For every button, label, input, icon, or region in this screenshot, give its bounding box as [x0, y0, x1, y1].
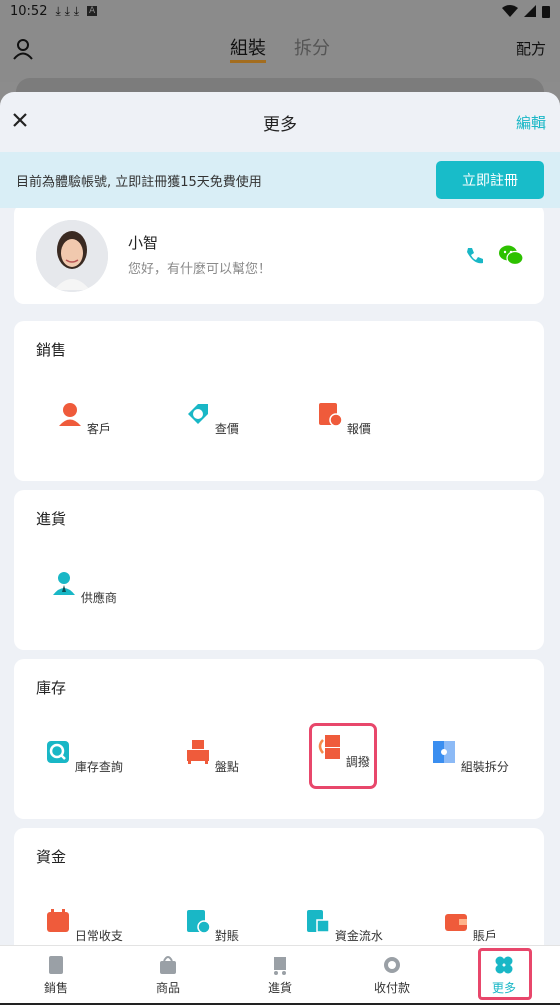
item-label: 報價: [346, 422, 371, 436]
quote-icon: [319, 403, 343, 427]
register-button[interactable]: 立即註冊: [436, 161, 544, 199]
user-icon: [13, 39, 33, 60]
item-assembly[interactable]: 組裝拆分: [404, 739, 536, 775]
signal-icon: [524, 5, 536, 17]
calendar-yen-icon: [47, 909, 70, 932]
tab-disassembly: 拆分: [294, 38, 330, 59]
price-tag-icon: [188, 404, 209, 424]
item-label: 組裝拆分: [460, 760, 509, 774]
item-label: 日常收支: [74, 929, 123, 943]
item-fund-flow[interactable]: 資金流水: [278, 908, 410, 944]
nav-label: 商品: [155, 981, 180, 995]
edit-button[interactable]: 編輯: [516, 112, 546, 133]
section-title-sales: 銷售: [36, 341, 67, 359]
section-title-funds: 資金: [36, 848, 67, 866]
item-supplier[interactable]: 供應商: [18, 570, 150, 606]
nav-label: 銷售: [43, 981, 68, 995]
nav-purchase[interactable]: 進貨: [224, 946, 336, 1005]
status-icons: [502, 5, 550, 18]
item-reconcile[interactable]: 對賬: [146, 908, 278, 944]
download-icons: ⤓ ⤓ ⤓: [55, 3, 80, 18]
item-price-check[interactable]: 查價: [146, 401, 278, 437]
nav-more-highlight: [478, 948, 532, 1000]
wechat-icon[interactable]: [498, 244, 524, 266]
item-label: 庫存查詢: [74, 760, 123, 774]
check-document-icon: [187, 910, 211, 934]
customer-icon: [59, 403, 82, 426]
payment-icon: [384, 957, 400, 973]
tab-assembly: 組裝: [230, 34, 266, 63]
recipe-label: 配方: [515, 40, 546, 58]
battery-icon: [542, 5, 550, 18]
section-sales: 銷售 客戶 查價 報價: [14, 321, 544, 481]
item-stock-query[interactable]: 庫存查詢: [18, 739, 150, 775]
sheet-title: 更多: [263, 114, 297, 135]
more-sheet: 更多 編輯 目前為體驗帳號, 立即註冊獲15天免費使用 立即註冊 小智 您好，有…: [0, 92, 560, 1005]
transfer-icon: [318, 735, 341, 759]
nav-products[interactable]: 商品: [112, 946, 224, 1005]
nav-label: 進貨: [267, 981, 292, 995]
item-label: 資金流水: [334, 929, 383, 943]
boxes-icon: [187, 740, 210, 764]
cart-icon: [274, 957, 286, 975]
item-label: 賬戶: [472, 929, 497, 943]
section-title-inventory: 庫存: [36, 679, 67, 697]
sheet-header: 更多 編輯: [0, 92, 560, 152]
item-customer[interactable]: 客戶: [18, 401, 150, 437]
phone-icon[interactable]: [464, 246, 484, 266]
item-label: 盤點: [214, 760, 239, 774]
item-label: 調撥: [345, 755, 370, 769]
assistant-name: 小智: [128, 234, 159, 252]
item-daily-income[interactable]: 日常收支: [18, 908, 150, 944]
section-funds: 資金 日常收支 對賬 資金流水 賬戶: [14, 828, 544, 945]
ledger-icon: [307, 910, 330, 933]
item-quote[interactable]: 報價: [278, 401, 410, 437]
section-purchase: 進貨 供應商: [14, 490, 544, 650]
item-label: 對賬: [214, 929, 239, 943]
avatar: [36, 220, 108, 292]
item-transfer[interactable]: 調撥: [309, 723, 377, 789]
assistant-avatar-image: [36, 220, 108, 292]
item-stocktake[interactable]: 盤點: [146, 739, 278, 775]
item-label: 供應商: [80, 591, 117, 605]
nav-sales[interactable]: 銷售: [0, 946, 112, 1005]
assistant-greeting: 您好，有什麼可以幫您！: [128, 262, 272, 277]
status-time: 10:52: [10, 3, 48, 19]
status-bar: 10:52 ⤓ ⤓ ⤓ A: [0, 0, 560, 22]
section-title-purchase: 進貨: [36, 510, 67, 528]
a-badge: A: [87, 6, 98, 16]
background-header: 組裝 拆分 配方: [0, 22, 560, 82]
close-icon[interactable]: [10, 110, 30, 130]
trial-text: 目前為體驗帳號, 立即註冊獲15天免費使用: [16, 174, 262, 190]
wifi-icon: [502, 5, 518, 17]
assistant-card[interactable]: 小智 您好，有什麼可以幫您！: [14, 208, 544, 304]
nav-payments[interactable]: 收付款: [336, 946, 448, 1005]
item-label: 客戶: [86, 422, 111, 436]
wallet-icon: [445, 914, 468, 931]
bag-icon: [160, 956, 176, 974]
supplier-icon: [53, 572, 76, 595]
item-account[interactable]: 賬戶: [404, 908, 536, 944]
sheet-content[interactable]: 小智 您好，有什麼可以幫您！ 銷售 客戶 查價 報價 進貨 供應商 庫存 庫存查…: [0, 208, 560, 945]
nav-label: 收付款: [373, 981, 410, 995]
section-inventory: 庫存 庫存查詢 盤點 調撥 組裝拆分: [14, 659, 544, 819]
assembly-tabs: 組裝 拆分: [230, 34, 330, 63]
puzzle-icon: [433, 741, 456, 763]
sales-icon: [49, 956, 63, 974]
bottom-nav: 銷售 商品 進貨 收付款 更多: [0, 945, 560, 1005]
item-label: 查價: [214, 422, 239, 436]
trial-banner: 目前為體驗帳號, 立即註冊獲15天免費使用 立即註冊: [0, 152, 560, 208]
search-icon: [47, 741, 70, 763]
